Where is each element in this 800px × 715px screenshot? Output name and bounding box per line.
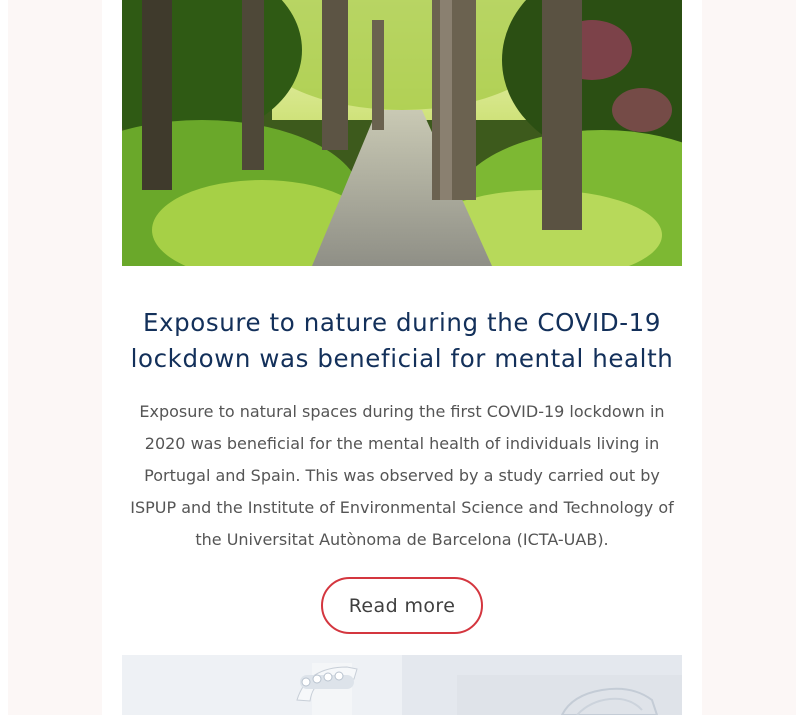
article-summary: Exposure to natural spaces during the fi… (130, 402, 674, 549)
read-more-button[interactable]: Read more (321, 577, 483, 634)
park-path-photo (122, 0, 682, 266)
next-article-image[interactable] (122, 655, 682, 715)
dental-clinic-photo (122, 655, 682, 715)
article-title[interactable]: Exposure to nature during the COVID-19 l… (102, 305, 702, 377)
article-image[interactable] (122, 0, 682, 266)
news-list: Exposure to nature during the COVID-19 l… (102, 0, 702, 715)
